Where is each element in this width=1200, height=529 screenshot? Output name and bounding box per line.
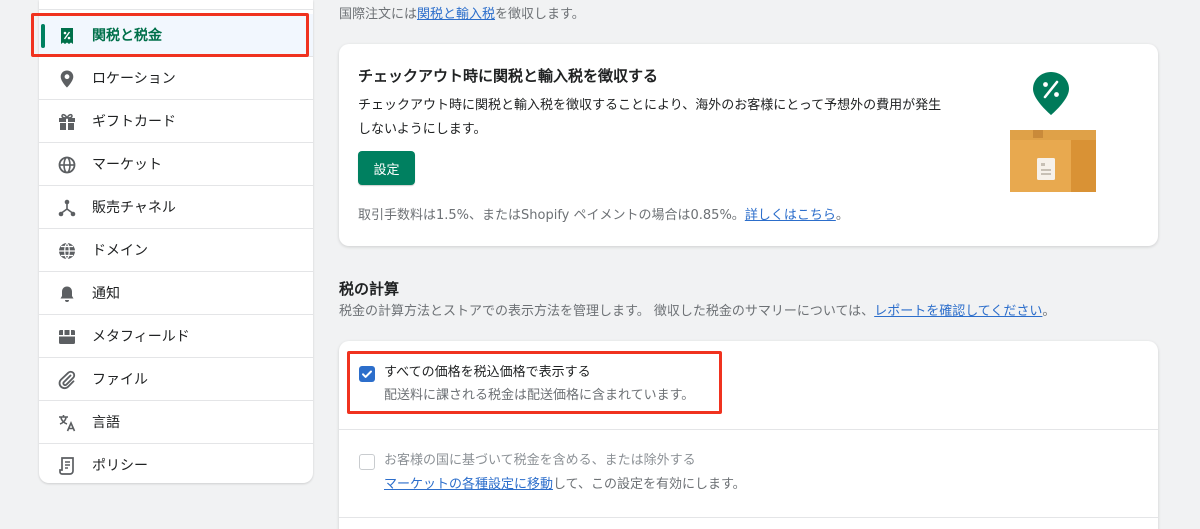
sidebar-item-markets[interactable]: マーケット [39,143,313,186]
include-tax-checkbox[interactable] [359,366,375,382]
channels-icon [58,199,76,217]
sidebar-item-files[interactable]: ファイル [39,358,313,401]
learn-more-link[interactable]: 詳しくはこちら [745,208,836,223]
country-based-tax-checkbox[interactable] [359,454,375,470]
sidebar-item-label: ポリシー [92,458,148,474]
globe-icon [58,156,76,174]
sidebar-item-domains[interactable]: ドメイン [39,229,313,272]
card-description: チェックアウト時に関税と輸入税を徴収することにより、海外のお客様にとって予想外の… [358,98,942,137]
intro-prefix: 国際注文には [339,7,418,22]
tax-calculation-title: 税の計算 [339,280,400,298]
domain-globe-icon [59,242,75,260]
collect-duties-card: チェックアウト時に関税と輸入税を徴収する チェックアウト時に関税と輸入税を徴収す… [339,44,1158,246]
translate-icon [59,415,76,432]
sidebar-item-label: 通知 [92,286,120,302]
market-settings-link[interactable]: マーケットの各種設定に移動 [384,477,553,492]
sidebar-item-label: ロケーション [92,71,176,87]
fee-suffix: 。 [835,208,849,223]
sidebar-item-gift-cards[interactable]: ギフトカード [39,100,313,143]
include-tax-help: 配送料に課される税金は配送価格に含まれています。 [384,388,695,403]
sidebar-item-sales-channels[interactable]: 販売チャネル [39,186,313,229]
tax-desc-prefix: 税金の計算方法とストアでの表示方法を管理します。 徴収した税金のサマリーについて… [339,304,875,319]
tax-calculation-description: 税金の計算方法とストアでの表示方法を管理します。 徴収した税金のサマリーについて… [339,303,1055,321]
gift-icon [59,113,75,130]
sidebar-item-label: 関税と税金 [92,28,162,44]
fee-text: 取引手数料は1.5%、またはShopify ペイメントの場合は0.85%。詳しく… [358,207,849,225]
country-based-tax-label[interactable]: お客様の国に基づいて税金を含める、または除外する [384,452,696,470]
sidebar-item-languages[interactable]: 言語 [39,401,313,444]
options-divider [339,517,1158,518]
sidebar-item-label: メタフィールド [92,329,190,345]
sidebar-item-locations[interactable]: ロケーション [39,57,313,100]
view-reports-link[interactable]: レポートを確認してください [874,304,1042,319]
policy-scroll-icon [59,457,74,475]
sidebar-item-metafields[interactable]: メタフィールド [39,315,313,358]
sidebar-item-partial [39,0,313,10]
sidebar-item-label: 販売チャネル [92,200,176,216]
bell-icon [60,286,74,302]
sidebar-item-label: ギフトカード [92,114,176,130]
help-suffix: して、この設定を有効にします。 [553,477,746,492]
sidebar-item-label: ファイル [92,372,148,388]
intro-suffix: を徴収します。 [495,7,585,22]
sidebar-item-label: マーケット [92,157,162,173]
options-divider [339,429,1158,430]
tax-desc-suffix: 。 [1042,304,1056,319]
sidebar-item-policies[interactable]: ポリシー [39,444,313,483]
checkmark-icon [362,370,372,378]
card-title: チェックアウト時に関税と輸入税を徴収する [358,67,659,85]
sidebar-item-notifications[interactable]: 通知 [39,272,313,315]
receipt-percent-icon [61,28,73,44]
sidebar-item-taxes-duties[interactable]: 関税と税金 [39,14,313,57]
tax-options-card: すべての価格を税込価格で表示する 配送料に課される税金は配送価格に含まれています… [339,341,1158,529]
metafields-icon [59,330,75,344]
setup-button[interactable]: 設定 [358,151,415,185]
sidebar-item-label: ドメイン [92,243,148,259]
duties-intro-text: 国際注文には関税と輸入税を徴収します。 [339,6,585,24]
fee-prefix: 取引手数料は1.5%、またはShopify ペイメントの場合は0.85%。 [358,208,745,223]
country-based-tax-help: マーケットの各種設定に移動して、この設定を有効にします。 [384,476,746,494]
settings-sidebar: 関税と税金 ロケーション ギフトカード マーケット 販売チャネル ドメイン 通知… [39,0,313,483]
paperclip-icon [58,370,76,390]
location-pin-icon [60,70,74,88]
sidebar-item-label: 言語 [92,415,120,431]
duties-link[interactable]: 関税と輸入税 [417,7,495,22]
include-tax-label[interactable]: すべての価格を税込価格で表示する [384,364,591,382]
duties-box-illustration [1010,72,1096,192]
